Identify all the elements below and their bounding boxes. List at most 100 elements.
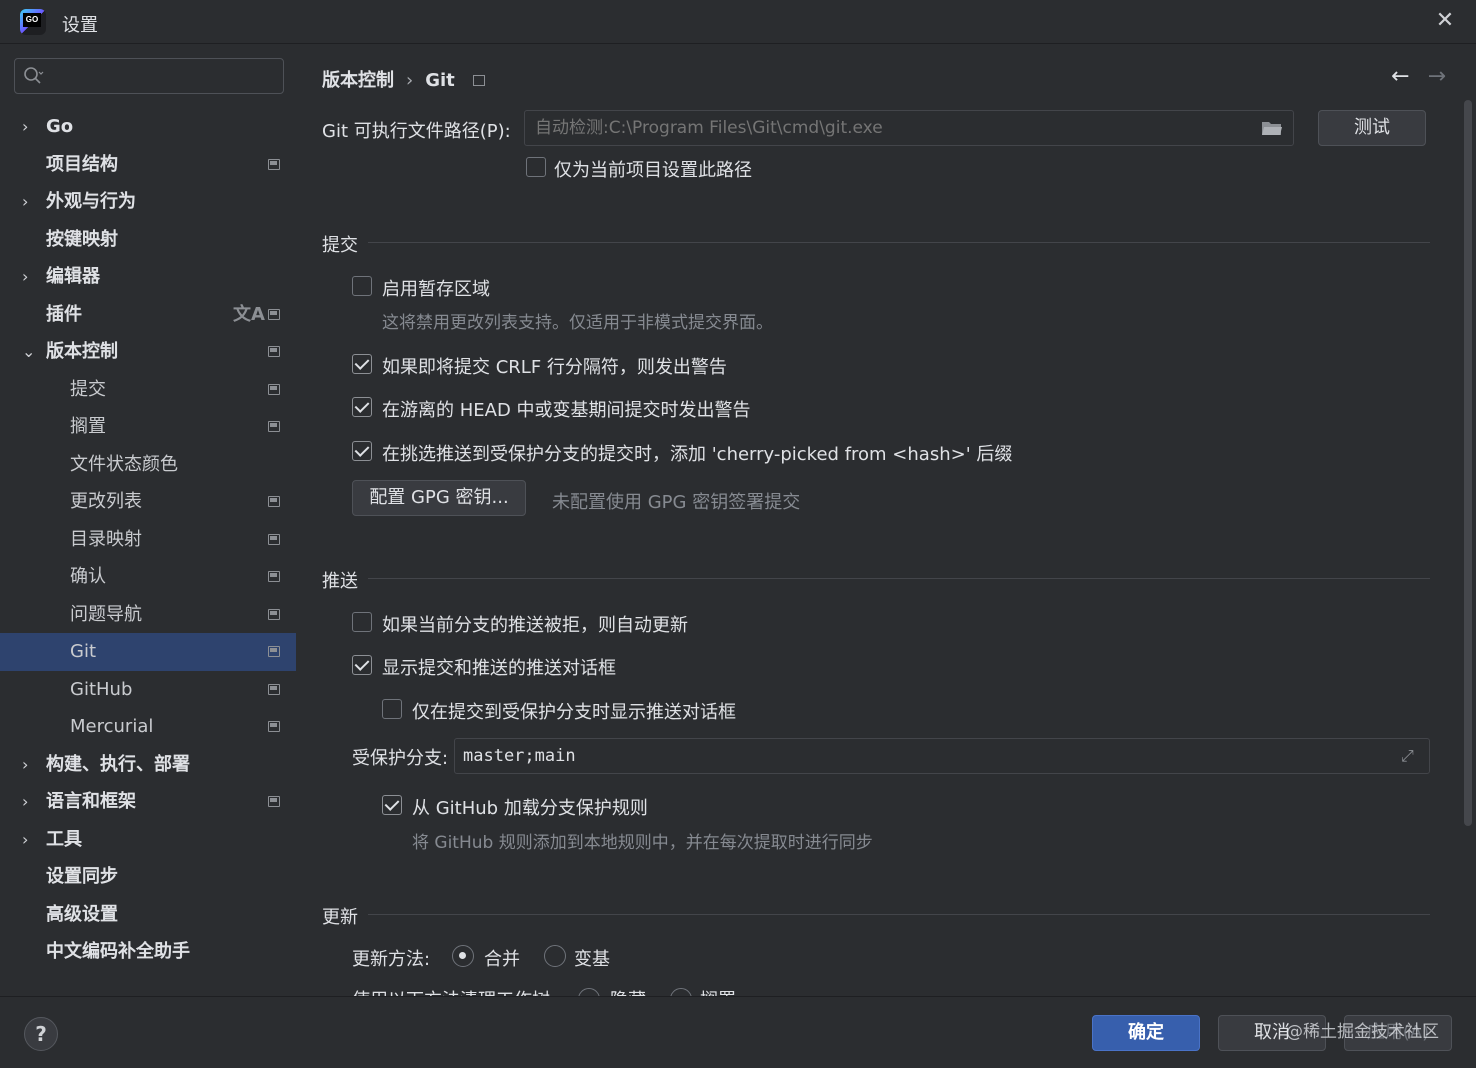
sidebar-item-label: 编辑器 <box>46 266 100 287</box>
update-section-title: 更新 <box>322 907 358 928</box>
search-box[interactable] <box>14 58 284 94</box>
commit-section-title: 提交 <box>322 235 358 256</box>
sidebar-item-label: Mercurial <box>70 716 154 737</box>
project-scope-icon <box>268 346 280 357</box>
section-divider <box>368 914 1430 915</box>
sidebar-item-build[interactable]: › 构建、执行、部署 <box>0 746 296 784</box>
sidebar-item-editor[interactable]: › 编辑器 <box>0 258 296 296</box>
github-rules-checkbox[interactable] <box>382 795 402 815</box>
content-scrollbar[interactable] <box>1464 100 1472 826</box>
project-scope-icon <box>268 533 280 545</box>
sidebar-item-tools[interactable]: › 工具 <box>0 821 296 859</box>
sidebar-item-keymap[interactable]: 按键映射 <box>0 221 296 259</box>
merge-label: 合并 <box>484 949 520 970</box>
project-scope-icon <box>268 308 280 320</box>
configure-gpg-button[interactable]: 配置 GPG 密钥... <box>352 480 526 516</box>
protected-only-label: 仅在提交到受保护分支时显示推送对话框 <box>412 702 736 723</box>
chevron-right-icon[interactable]: › <box>22 183 36 221</box>
sidebar-item-label: 项目结构 <box>46 153 118 175</box>
crlf-warning-checkbox[interactable] <box>352 354 372 374</box>
logo-text: GO <box>23 13 41 27</box>
breadcrumb-parent[interactable]: 版本控制 <box>322 70 394 91</box>
rebase-label: 变基 <box>574 949 610 970</box>
protected-only-checkbox[interactable] <box>382 699 402 719</box>
sidebar-item-confirmation[interactable]: 确认 <box>0 558 296 596</box>
sidebar-item-version-control[interactable]: ⌄ 版本控制 <box>0 333 296 371</box>
sidebar-item-label: 目录映射 <box>70 528 142 550</box>
sidebar-item-issue-navigation[interactable]: 问题导航 <box>0 596 296 634</box>
sidebar-item-label: 文件状态颜色 <box>70 453 178 475</box>
sidebar-item-label: 构建、执行、部署 <box>46 753 190 775</box>
expand-icon[interactable]: ⤢ <box>1401 747 1419 765</box>
breadcrumb-current: Git <box>425 70 455 91</box>
search-input[interactable] <box>49 63 279 89</box>
sidebar-item-go[interactable]: › Go <box>0 108 296 146</box>
push-section-title: 推送 <box>322 571 358 592</box>
goland-logo-icon: GO <box>20 9 46 35</box>
chevron-down-icon[interactable]: ⌄ <box>22 333 36 371</box>
staging-area-hint: 这将禁用更改列表支持。仅适用于非模式提交界面。 <box>382 313 773 333</box>
ok-button[interactable]: 确定 <box>1092 1015 1200 1051</box>
gpg-status-text: 未配置使用 GPG 密钥签署提交 <box>552 492 801 513</box>
sidebar-item-mercurial[interactable]: Mercurial <box>0 708 296 746</box>
folder-icon[interactable] <box>1261 120 1283 136</box>
sidebar-item-project-structure[interactable]: 项目结构 <box>0 146 296 184</box>
sidebar-item-github[interactable]: GitHub <box>0 671 296 709</box>
sidebar-item-shelf[interactable]: 搁置 <box>0 408 296 446</box>
project-scope-icon <box>268 158 280 170</box>
detached-head-label: 在游离的 HEAD 中或变基期间提交时发出警告 <box>382 400 751 421</box>
nav-arrows: ← → <box>1373 64 1446 89</box>
chevron-right-icon[interactable]: › <box>22 821 36 859</box>
sidebar-item-label: 按键映射 <box>46 228 118 250</box>
chevron-right-icon[interactable]: › <box>22 783 36 821</box>
protected-branches-label: 受保护分支: <box>352 748 449 769</box>
sidebar-item-label: 工具 <box>46 828 82 850</box>
sidebar-item-label: 高级设置 <box>46 903 118 925</box>
shelve-radio[interactable] <box>670 988 692 996</box>
back-arrow-icon[interactable]: ← <box>1391 64 1409 89</box>
chevron-right-icon[interactable]: › <box>22 108 36 146</box>
sidebar-item-advanced[interactable]: 高级设置 <box>0 896 296 934</box>
update-method-label: 更新方法: <box>352 949 431 970</box>
sidebar-item-file-status-colors[interactable]: 文件状态颜色 <box>0 446 296 484</box>
protected-branches-input[interactable] <box>463 743 1363 769</box>
git-path-field[interactable] <box>524 110 1294 146</box>
rebase-radio[interactable] <box>544 945 566 967</box>
title-bar: GO 设置 ✕ <box>0 0 1476 44</box>
sidebar-item-label: Go <box>46 116 74 137</box>
show-push-dialog-checkbox[interactable] <box>352 655 372 675</box>
staging-area-checkbox[interactable] <box>352 276 372 296</box>
test-button[interactable]: 测试 <box>1318 110 1426 146</box>
project-only-checkbox[interactable] <box>526 157 546 177</box>
merge-radio[interactable] <box>452 945 474 967</box>
section-divider <box>368 242 1430 243</box>
section-divider <box>368 578 1430 579</box>
sidebar-item-appearance[interactable]: › 外观与行为 <box>0 183 296 221</box>
sidebar-item-settings-sync[interactable]: 设置同步 <box>0 858 296 896</box>
sidebar-item-languages[interactable]: › 语言和框架 <box>0 783 296 821</box>
cherry-pick-checkbox[interactable] <box>352 441 372 461</box>
sidebar-item-label: 中文编码补全助手 <box>46 941 190 962</box>
forward-arrow-icon[interactable]: → <box>1428 64 1446 89</box>
sidebar-item-chinese-completion[interactable]: 中文编码补全助手 <box>0 933 296 971</box>
show-push-dialog-label: 显示提交和推送的推送对话框 <box>382 658 616 679</box>
close-icon[interactable]: ✕ <box>1432 8 1458 34</box>
sidebar-item-plugins[interactable]: 插件 文A <box>0 296 296 334</box>
project-scope-icon <box>268 608 280 620</box>
chevron-right-icon[interactable]: › <box>22 746 36 784</box>
git-path-input[interactable] <box>535 115 1255 141</box>
clean-tree-label: 使用以下方法清理工作树: <box>352 986 556 996</box>
shelve-label: 搁置 <box>700 986 736 996</box>
auto-update-checkbox[interactable] <box>352 612 372 632</box>
stash-radio[interactable] <box>578 988 600 996</box>
sidebar-item-commit[interactable]: 提交 <box>0 371 296 409</box>
protected-branches-field[interactable]: ⤢ <box>454 738 1430 774</box>
sidebar-item-git[interactable]: Git <box>0 633 296 671</box>
breadcrumb: 版本控制 › Git <box>322 66 485 92</box>
help-button[interactable]: ? <box>24 1017 58 1051</box>
sidebar-item-changelists[interactable]: 更改列表 <box>0 483 296 521</box>
settings-sidebar: › Go 项目结构 › 外观与行为 按键映射 › 编辑器 插件 文A ⌄ 版本控… <box>0 44 296 996</box>
detached-head-checkbox[interactable] <box>352 397 372 417</box>
chevron-right-icon[interactable]: › <box>22 258 36 296</box>
sidebar-item-directory-mappings[interactable]: 目录映射 <box>0 521 296 559</box>
